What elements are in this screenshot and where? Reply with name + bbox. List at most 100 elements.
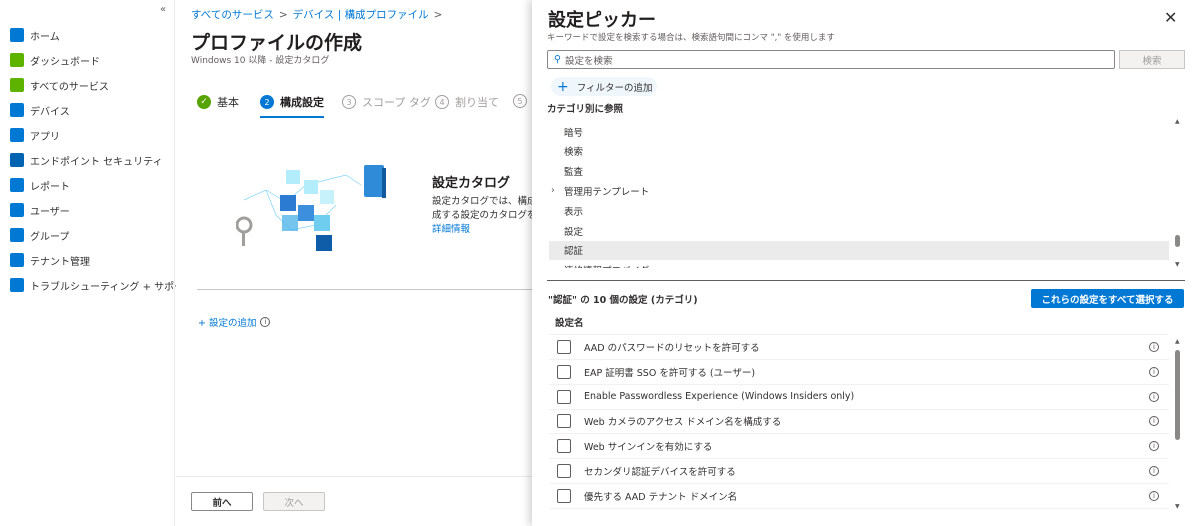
setting-checkbox[interactable] (557, 389, 571, 404)
group-icon (10, 228, 24, 242)
setting-checkbox[interactable] (557, 414, 571, 429)
more-button[interactable]: ... (346, 30, 359, 46)
previous-button[interactable]: 前へ (191, 492, 253, 511)
step-number: 5 (513, 94, 527, 108)
report-icon (10, 178, 24, 192)
setting-row: AAD のパスワードのリセットを許可する i (549, 335, 1169, 360)
info-icon[interactable]: i (1149, 441, 1159, 452)
category-label: 設定 (564, 226, 584, 238)
setting-checkbox[interactable] (557, 340, 571, 354)
add-filter-label: フィルターの追加 (576, 82, 653, 94)
select-all-button[interactable]: これらの設定をすべて選択する (1031, 289, 1184, 308)
sidebar-item-dashboard[interactable]: ダッシュボード (10, 50, 100, 70)
info-icon[interactable]: i (1149, 391, 1159, 402)
info-icon[interactable]: i (1149, 490, 1159, 501)
category-label: 暗号 (564, 127, 584, 139)
info-icon[interactable]: i (1149, 342, 1159, 352)
sidebar-item-tools[interactable]: トラブルシューティング + サポート (10, 275, 194, 295)
category-item[interactable]: 設定 (549, 221, 1169, 240)
category-item[interactable]: 連絡情報プロバイダー (549, 261, 1169, 268)
search-input[interactable]: ⚲ 設定を検索 (547, 50, 1115, 69)
setting-checkbox[interactable] (557, 464, 571, 478)
info-icon[interactable]: i (1149, 416, 1159, 427)
setting-checkbox[interactable] (557, 439, 571, 454)
setting-checkbox[interactable] (557, 488, 571, 503)
step-label: 構成設定 (280, 96, 324, 109)
setting-row: EAP 証明書 SSO を許可する (ユーザー) i (549, 360, 1169, 385)
breadcrumb-all-services[interactable]: すべてのサービス (191, 9, 274, 21)
sidebar-item-home[interactable]: ホーム (10, 25, 60, 45)
step-scope-tags[interactable]: 3 スコープ タグ (342, 94, 431, 110)
setting-checkbox[interactable] (557, 364, 571, 379)
setting-name: Enable Passwordless Experience (Windows … (584, 391, 855, 403)
chevron-right-icon: › (551, 185, 555, 197)
step-number: 3 (342, 95, 356, 109)
step-review[interactable]: 5 (513, 94, 527, 108)
step-basics[interactable]: ✓ 基本 (197, 94, 239, 110)
info-icon[interactable]: i (1149, 366, 1159, 377)
sidebar-item-label: エンドポイント セキュリティ (30, 156, 163, 168)
catalog-description-line: 成する設定のカタログを参 (432, 210, 532, 221)
sidebar-item-group[interactable]: グループ (10, 225, 69, 245)
add-settings-label: + 設定の追加 (198, 318, 257, 329)
step-configuration[interactable]: 2 構成設定 (260, 94, 324, 118)
sidebar-item-device[interactable]: デバイス (10, 100, 70, 120)
setting-name: Web サインインを有効にする (584, 442, 713, 454)
sidebar-item-user[interactable]: ユーザー (10, 200, 70, 220)
check-icon: ✓ (197, 95, 211, 109)
user-icon (10, 203, 24, 217)
category-label: 連絡情報プロバイダー (564, 263, 659, 268)
category-item[interactable]: › 管理用テンプレート (549, 181, 1169, 200)
breadcrumb-devices[interactable]: デバイス | 構成プロファイル (293, 9, 429, 21)
search-button[interactable]: 検索 (1119, 50, 1185, 69)
add-settings-link[interactable]: + 設定の追加 i (198, 315, 271, 329)
close-icon[interactable]: ✕ (1164, 8, 1177, 27)
category-item[interactable]: 検索 (549, 142, 1169, 161)
category-item[interactable]: 認証 (549, 240, 1169, 260)
setting-name: EAP 証明書 SSO を許可する (ユーザー) (584, 367, 756, 379)
collapse-sidebar-button[interactable]: « (160, 4, 166, 15)
category-label: 認証 (564, 246, 584, 258)
info-icon: i (260, 317, 271, 327)
browse-by-category-label: カテゴリ別に参照 (547, 104, 624, 115)
learn-more-link[interactable]: 詳細情報 (432, 223, 532, 237)
settings-catalog-illustration (236, 165, 386, 251)
setting-row: セカンダリ認証デバイスを許可する i (549, 459, 1169, 484)
sidebar-item-label: ホーム (30, 31, 60, 43)
sidebar-item-shield[interactable]: エンドポイント セキュリティ (10, 150, 163, 170)
step-label: 基本 (217, 96, 239, 109)
info-icon[interactable]: i (1149, 466, 1159, 476)
step-assignments[interactable]: 4 割り当て (435, 94, 499, 110)
step-label: スコープ タグ (362, 96, 431, 109)
category-list: 暗号検索監査 › 管理用テンプレート表示設定認証連絡情報プロバイダー (532, 120, 1200, 268)
sidebar-item-label: トラブルシューティング + サポート (30, 281, 195, 293)
category-item[interactable]: 監査 (549, 162, 1169, 181)
category-item[interactable]: 表示 (549, 201, 1169, 220)
device-icon (10, 103, 24, 117)
category-scrollbar[interactable]: ▲ ▼ (1175, 118, 1181, 268)
search-icon: ⚲ (554, 54, 561, 65)
sidebar-item-label: レポート (30, 181, 70, 193)
sidebar-item-apps[interactable]: アプリ (10, 125, 60, 145)
search-placeholder: 設定を検索 (564, 55, 613, 67)
sidebar-item-tenant[interactable]: テナント管理 (10, 250, 90, 270)
sidebar-item-list[interactable]: すべてのサービス (10, 75, 109, 95)
breadcrumb-separator: > (278, 9, 288, 21)
sidebar-item-report[interactable]: レポート (10, 175, 70, 195)
next-button[interactable]: 次へ (263, 492, 325, 511)
tenant-icon (10, 253, 24, 267)
page-subtitle: Windows 10 以降 - 設定カタログ (191, 56, 330, 66)
step-number: 2 (260, 95, 274, 109)
add-filter-button[interactable]: + フィルターの追加 (551, 77, 657, 96)
panel-hint: キーワードで設定を検索する場合は、検索語句間にコンマ "," を使用します (547, 33, 835, 43)
catalog-description-line: 設定カタログでは、構成す (432, 196, 532, 207)
category-label: 管理用テンプレート (564, 186, 650, 198)
category-item[interactable]: 暗号 (549, 122, 1169, 141)
list-icon (10, 78, 24, 92)
setting-name: AAD のパスワードのリセットを許可する (584, 343, 760, 354)
sidebar-item-label: すべてのサービス (30, 81, 109, 93)
setting-row: Enable Passwordless Experience (Windows … (549, 385, 1169, 410)
settings-scrollbar[interactable]: ▲ ▼ (1175, 338, 1181, 510)
plus-icon: + (557, 78, 569, 95)
divider (547, 280, 1185, 281)
